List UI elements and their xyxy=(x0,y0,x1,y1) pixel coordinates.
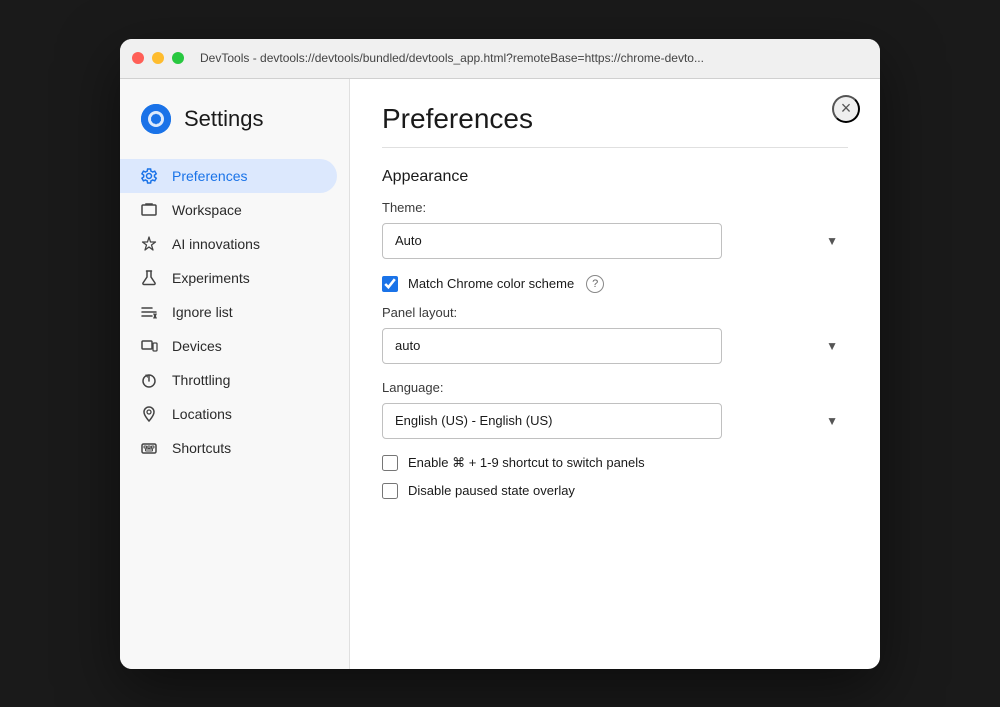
panel-layout-label: Panel layout: xyxy=(382,305,848,320)
sidebar-item-ai-innovations[interactable]: AI innovations xyxy=(120,227,349,261)
devtools-window: DevTools - devtools://devtools/bundled/d… xyxy=(120,39,880,669)
sidebar-item-devices[interactable]: Devices xyxy=(120,329,349,363)
sidebar-label-devices: Devices xyxy=(172,338,222,354)
match-chrome-label: Match Chrome color scheme xyxy=(408,276,574,291)
language-select[interactable]: English (US) - English (US) French Germa… xyxy=(382,403,722,439)
sidebar-item-locations[interactable]: Locations xyxy=(120,397,349,431)
sidebar: ⚙ Settings Preferences xyxy=(120,79,350,669)
titlebar: DevTools - devtools://devtools/bundled/d… xyxy=(120,39,880,79)
titlebar-title: DevTools - devtools://devtools/bundled/d… xyxy=(200,51,868,65)
devices-icon xyxy=(140,337,158,355)
settings-heading: Settings xyxy=(184,106,264,132)
paused-overlay-checkbox[interactable] xyxy=(382,483,398,499)
match-chrome-checkbox[interactable] xyxy=(382,276,398,292)
ai-innovations-icon xyxy=(140,235,158,253)
paused-overlay-label: Disable paused state overlay xyxy=(408,483,575,498)
experiments-icon xyxy=(140,269,158,287)
shortcut-label: Enable ⌘ + 1-9 shortcut to switch panels xyxy=(408,455,645,471)
content-area: ⚙ Settings Preferences xyxy=(120,79,880,669)
sidebar-item-workspace[interactable]: Workspace xyxy=(120,193,349,227)
main-content: × Preferences Appearance Theme: Auto Lig… xyxy=(350,79,880,669)
sidebar-item-throttling[interactable]: Throttling xyxy=(120,363,349,397)
divider xyxy=(382,147,848,148)
sidebar-item-preferences[interactable]: Preferences xyxy=(120,159,337,193)
theme-select-arrow: ▼ xyxy=(826,234,838,248)
ignore-list-icon xyxy=(140,303,158,321)
shortcuts-icon xyxy=(140,439,158,457)
sidebar-label-locations: Locations xyxy=(172,406,232,422)
sidebar-label-throttling: Throttling xyxy=(172,372,230,388)
sidebar-label-ai-innovations: AI innovations xyxy=(172,236,260,252)
language-select-arrow: ▼ xyxy=(826,414,838,428)
appearance-section-title: Appearance xyxy=(382,168,848,186)
panel-layout-select-arrow: ▼ xyxy=(826,339,838,353)
sidebar-item-ignore-list[interactable]: Ignore list xyxy=(120,295,349,329)
sidebar-label-experiments: Experiments xyxy=(172,270,250,286)
theme-label: Theme: xyxy=(382,200,848,215)
match-chrome-help-icon[interactable]: ? xyxy=(586,275,604,293)
language-select-wrapper: English (US) - English (US) French Germa… xyxy=(382,403,848,439)
paused-overlay-checkbox-row: Disable paused state overlay xyxy=(382,483,848,499)
minimize-traffic-light[interactable] xyxy=(152,52,164,64)
svg-text:⚙: ⚙ xyxy=(150,111,163,127)
sidebar-item-shortcuts[interactable]: Shortcuts xyxy=(120,431,349,465)
maximize-traffic-light[interactable] xyxy=(172,52,184,64)
sidebar-label-workspace: Workspace xyxy=(172,202,242,218)
panel-layout-select[interactable]: auto horizontal vertical xyxy=(382,328,722,364)
preferences-icon xyxy=(140,167,158,185)
sidebar-label-preferences: Preferences xyxy=(172,168,247,184)
theme-select-wrapper: Auto Light Dark ▼ xyxy=(382,223,848,259)
match-chrome-row: Match Chrome color scheme ? xyxy=(382,275,848,293)
shortcut-checkbox[interactable] xyxy=(382,455,398,471)
sidebar-label-shortcuts: Shortcuts xyxy=(172,440,231,456)
settings-header: ⚙ Settings xyxy=(120,103,349,159)
panel-layout-select-wrapper: auto horizontal vertical ▼ xyxy=(382,328,848,364)
throttling-icon xyxy=(140,371,158,389)
sidebar-label-ignore-list: Ignore list xyxy=(172,304,233,320)
close-button[interactable]: × xyxy=(832,95,860,123)
sidebar-item-experiments[interactable]: Experiments xyxy=(120,261,349,295)
language-label: Language: xyxy=(382,380,848,395)
page-title: Preferences xyxy=(382,103,848,135)
locations-icon xyxy=(140,405,158,423)
workspace-icon xyxy=(140,201,158,219)
chrome-devtools-icon: ⚙ xyxy=(140,103,172,135)
shortcut-checkbox-row: Enable ⌘ + 1-9 shortcut to switch panels xyxy=(382,455,848,471)
close-traffic-light[interactable] xyxy=(132,52,144,64)
theme-select[interactable]: Auto Light Dark xyxy=(382,223,722,259)
